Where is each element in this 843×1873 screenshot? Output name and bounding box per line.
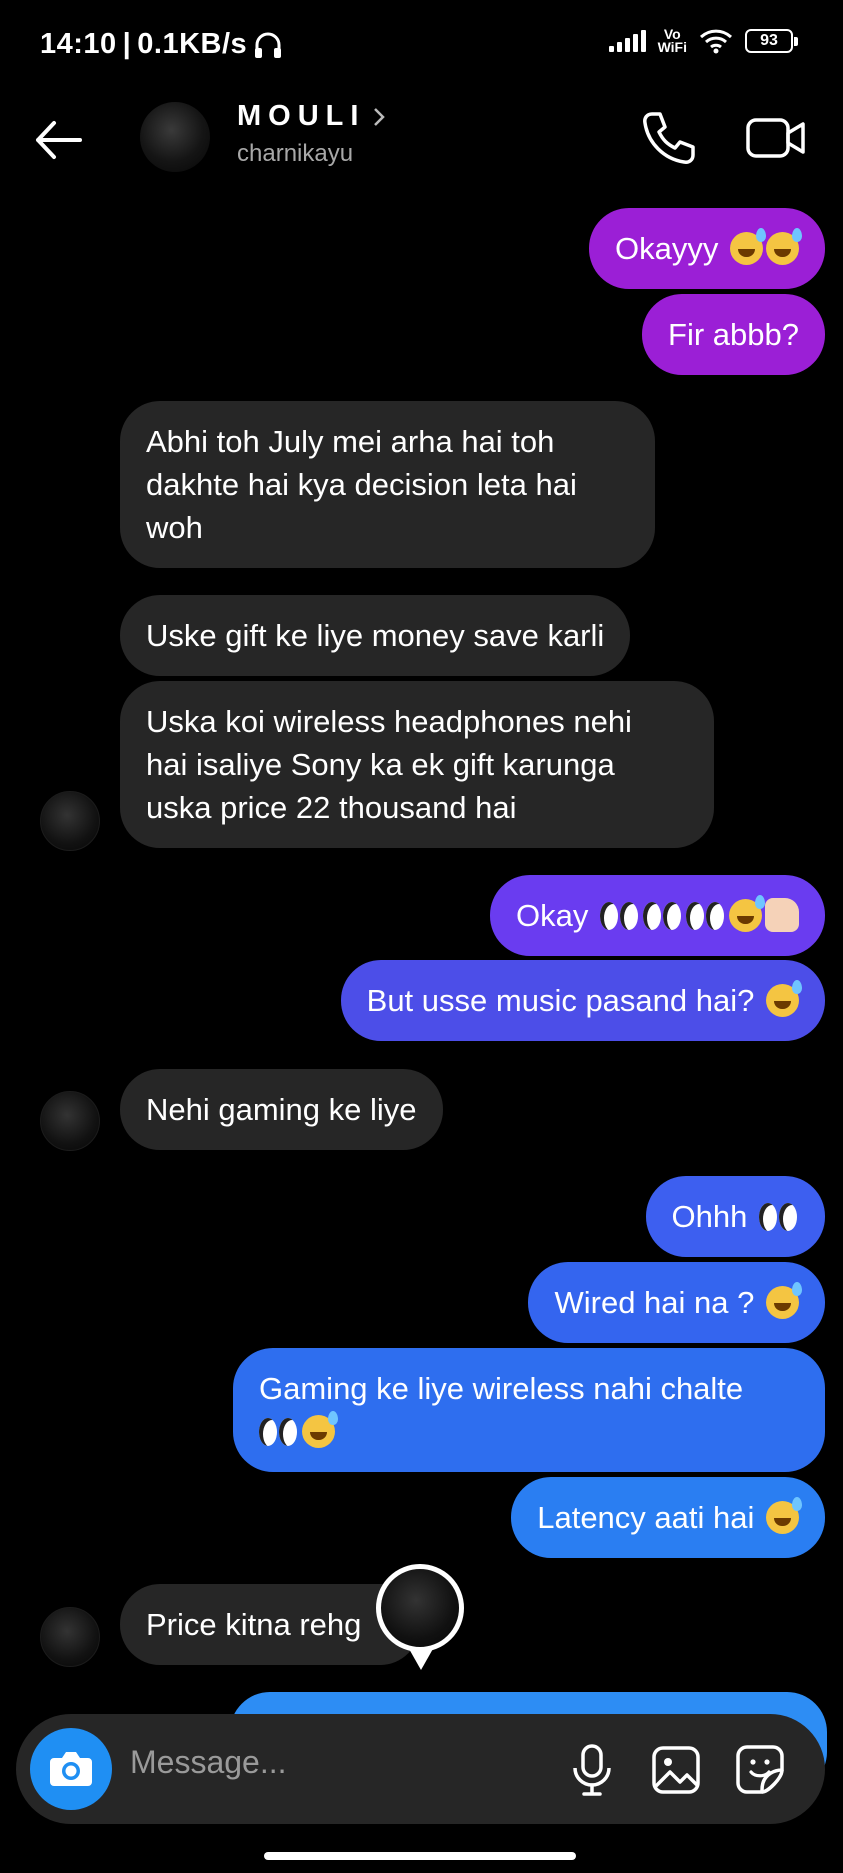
eyes-emoji (600, 902, 640, 932)
message-input[interactable] (130, 1744, 550, 1781)
sender-avatar[interactable] (40, 1091, 100, 1151)
message-outgoing[interactable]: Gaming ke liye wireless nahi chalte (233, 1348, 825, 1472)
camera-icon (50, 1752, 92, 1786)
video-call-icon[interactable] (745, 108, 807, 168)
message-line: woh (146, 510, 203, 545)
gallery-icon[interactable] (646, 1738, 706, 1800)
back-arrow-icon[interactable] (30, 110, 90, 170)
contact-avatar[interactable] (140, 102, 210, 172)
grinning-sweat-emoji (766, 980, 802, 1017)
message-incoming[interactable]: Uske gift ke liye money save karli (120, 595, 631, 676)
home-indicator[interactable] (264, 1852, 576, 1860)
eyes-emoji (759, 1203, 799, 1233)
message-text: Ohhh (671, 1199, 748, 1234)
sticker-icon[interactable] (730, 1738, 790, 1800)
message-outgoing[interactable]: But usse music pasand hai? (340, 960, 825, 1041)
seen-indicator-avatar (376, 1564, 464, 1652)
message-incoming[interactable]: Uska koi wireless headphones nehi hai is… (120, 681, 714, 848)
headphones-icon (255, 32, 282, 58)
status-right: Vo WiFi 93 (608, 27, 798, 55)
message-outgoing[interactable]: Latency aati hai (511, 1477, 825, 1558)
message-outgoing[interactable]: Fir abbb? (642, 294, 825, 375)
grinning-sweat-emoji (729, 895, 765, 932)
thumbs-up-emoji (765, 898, 799, 932)
message-incoming[interactable]: Abhi toh July mei arha hai toh dakhte ha… (120, 401, 655, 568)
message-text: But usse music pasand hai? (366, 983, 755, 1018)
cellular-signal-icon (608, 30, 646, 52)
grinning-sweat-emoji (302, 1411, 338, 1448)
contact-name[interactable]: MOULI (237, 100, 387, 133)
grinning-sweat-emoji (766, 1497, 802, 1534)
message-text: Wired hai na ? (554, 1285, 755, 1320)
message-text: Latency aati hai (537, 1500, 755, 1535)
message-text: Uske gift ke liye money save karli (146, 618, 605, 653)
message-outgoing[interactable]: Ohhh (645, 1176, 825, 1257)
message-text: Price kitna rehg (146, 1607, 362, 1642)
status-speed: 0.1KB/s (137, 28, 248, 60)
eyes-emoji (686, 902, 726, 932)
grinning-sweat-emoji (730, 228, 766, 265)
microphone-icon[interactable] (562, 1738, 622, 1800)
chevron-right-icon (374, 107, 386, 126)
sender-avatar[interactable] (40, 1607, 100, 1667)
message-outgoing[interactable]: Wired hai na ? (528, 1262, 825, 1343)
chat-header: MOULI charnikayu (0, 90, 843, 210)
grinning-sweat-emoji (766, 228, 802, 265)
camera-button[interactable] (30, 1728, 112, 1810)
wifi-icon (699, 29, 733, 54)
message-outgoing[interactable]: Okay (490, 875, 825, 956)
battery-level: 93 (760, 32, 778, 49)
contact-username[interactable]: charnikayu (237, 140, 353, 168)
message-line: hai isaliye Sony ka ek gift karunga (146, 747, 615, 782)
message-emoji-line (259, 1410, 799, 1453)
message-text: Fir abbb? (668, 317, 799, 352)
message-line: Gaming ke liye wireless nahi chalte (259, 1371, 744, 1406)
phone-call-icon[interactable] (638, 108, 698, 168)
message-incoming[interactable]: Nehi gaming ke liye (120, 1069, 443, 1150)
battery-indicator: 93 (745, 29, 798, 53)
sender-avatar[interactable] (40, 791, 100, 851)
status-left: 14:10 | 0.1KB/s (40, 28, 283, 61)
message-text: Okay (516, 898, 589, 933)
message-outgoing[interactable]: Okayyy (589, 208, 825, 289)
vowifi-bottom: WiFi (657, 39, 687, 55)
message-line: dakhte hai kya decision leta hai (146, 467, 577, 502)
contact-name-text: MOULI (237, 100, 366, 132)
eyes-emoji (643, 902, 683, 932)
status-time: 14:10 (40, 28, 117, 60)
vowifi-label: Vo WiFi (657, 27, 687, 55)
message-text: Okayyy (615, 231, 719, 266)
grinning-sweat-emoji (766, 1282, 802, 1319)
eyes-emoji (259, 1418, 299, 1448)
message-line: uska price 22 thousand hai (146, 790, 517, 825)
status-separator: | (122, 28, 132, 60)
message-text: Nehi gaming ke liye (146, 1092, 417, 1127)
message-composer (16, 1714, 825, 1824)
status-bar: 14:10 | 0.1KB/s Vo WiFi 93 (0, 0, 843, 90)
message-line: Abhi toh July mei arha hai toh (146, 424, 555, 459)
message-incoming[interactable]: Price kitna rehg (120, 1584, 420, 1665)
message-line: Uska koi wireless headphones nehi (146, 704, 632, 739)
